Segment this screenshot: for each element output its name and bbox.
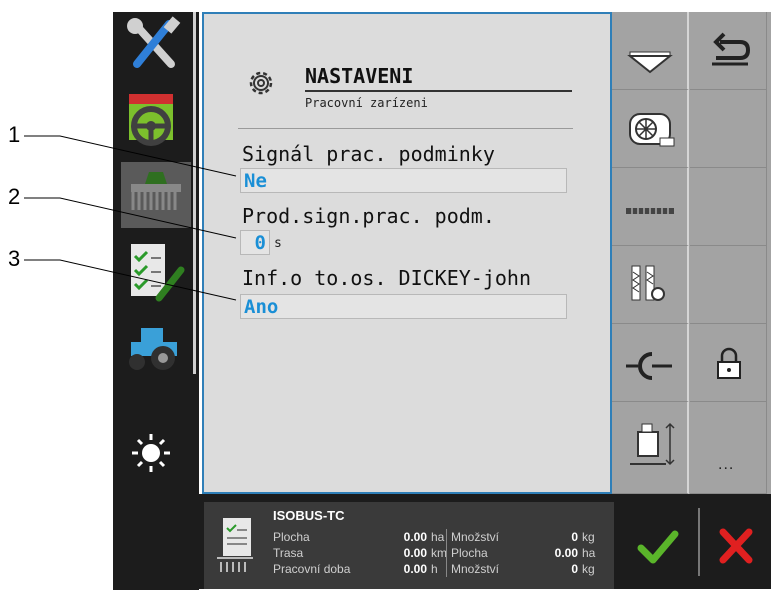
softkey-lift[interactable] bbox=[612, 402, 689, 494]
lock-icon bbox=[717, 347, 741, 379]
check-icon bbox=[637, 530, 679, 564]
status-unit: km bbox=[431, 546, 447, 560]
softkey-back[interactable] bbox=[690, 12, 767, 90]
softkey-seed-row[interactable] bbox=[612, 168, 689, 246]
close-icon bbox=[719, 528, 753, 564]
seeder-icon bbox=[131, 172, 181, 210]
softkey-coupling[interactable] bbox=[612, 324, 689, 402]
setting-value-signal: Ne bbox=[244, 170, 267, 192]
steering-button[interactable] bbox=[121, 90, 191, 156]
status-bar: ISOBUS-TC Plocha 0.00 ha Množství 0 kg T… bbox=[113, 494, 771, 589]
status-label: Plocha bbox=[273, 530, 310, 544]
status-label: Plocha bbox=[451, 546, 488, 560]
coupling-icon bbox=[626, 352, 672, 380]
sidebar-scrollbar[interactable] bbox=[193, 12, 196, 374]
checklist-icon bbox=[131, 244, 185, 302]
task-document-icon bbox=[217, 518, 253, 572]
steering-wheel-icon bbox=[129, 94, 173, 146]
tools-icon bbox=[127, 16, 181, 68]
status-title: ISOBUS-TC bbox=[273, 508, 345, 523]
checklist-button[interactable] bbox=[121, 240, 191, 306]
setting-field-signal[interactable]: Ne bbox=[240, 168, 567, 193]
setting-label-dickey: Inf.o to.os. DICKEY-john bbox=[242, 266, 531, 290]
brightness-button[interactable] bbox=[121, 420, 191, 486]
softkey-panel: ... bbox=[612, 12, 771, 494]
status-unit: ha bbox=[431, 530, 445, 544]
status-unit: ha bbox=[582, 546, 596, 560]
softkey-empty-2[interactable] bbox=[690, 168, 767, 246]
sensor-settings-icon bbox=[631, 265, 665, 301]
softkey-fan[interactable] bbox=[612, 90, 689, 168]
softkey-empty-3[interactable] bbox=[690, 246, 767, 324]
status-separator bbox=[446, 545, 447, 561]
page-title: NASTAVENI bbox=[305, 64, 414, 88]
header-divider bbox=[238, 128, 573, 129]
status-value: 0.00 bbox=[403, 546, 427, 560]
tractor-button[interactable] bbox=[121, 316, 191, 382]
status-unit: h bbox=[431, 562, 438, 576]
status-row: Pracovní doba 0.00 h Množství 0 kg bbox=[273, 561, 603, 578]
tools-button[interactable] bbox=[121, 14, 191, 80]
cancel-button[interactable] bbox=[703, 502, 771, 589]
setting-value-dickey: Ano bbox=[244, 296, 279, 318]
status-value: 0 bbox=[571, 530, 578, 544]
confirm-button[interactable] bbox=[623, 502, 693, 589]
seeder-button[interactable] bbox=[121, 162, 191, 228]
seed-row-icon bbox=[626, 208, 674, 214]
page-subtitle: Pracovní zarízeni bbox=[305, 96, 428, 110]
status-unit: kg bbox=[582, 530, 595, 544]
status-label: Množství bbox=[451, 530, 500, 544]
brightness-icon bbox=[132, 434, 170, 472]
status-value: 0.00 bbox=[554, 546, 578, 560]
setting-field-delay[interactable]: 0 bbox=[240, 230, 270, 255]
status-row: Trasa 0.00 km Plocha 0.00 ha bbox=[273, 545, 603, 562]
status-separator bbox=[446, 529, 447, 545]
setting-value-delay: 0 bbox=[254, 232, 266, 254]
softkey-more[interactable]: ... bbox=[690, 402, 767, 494]
setting-label-delay: Prod.sign.prac. podm. bbox=[242, 204, 495, 228]
gear-icon bbox=[249, 71, 273, 95]
status-label: Trasa bbox=[273, 546, 304, 560]
button-divider bbox=[698, 508, 700, 576]
softkey-sensor-settings[interactable] bbox=[612, 246, 689, 324]
status-unit: kg bbox=[582, 562, 595, 576]
status-value: 0 bbox=[571, 562, 578, 576]
setting-field-dickey[interactable]: Ano bbox=[240, 294, 567, 319]
softkey-funnel[interactable] bbox=[612, 12, 689, 90]
status-row: Plocha 0.00 ha Množství 0 kg bbox=[273, 529, 603, 546]
setting-label-signal: Signál prac. podminky bbox=[242, 142, 495, 166]
status-value: 0.00 bbox=[403, 562, 427, 576]
back-arrow-icon bbox=[712, 32, 751, 66]
softkey-lock[interactable] bbox=[690, 324, 767, 402]
status-table: Plocha 0.00 ha Množství 0 kg Trasa 0.00 … bbox=[273, 529, 603, 578]
lift-icon bbox=[630, 422, 675, 466]
setting-unit-delay: s bbox=[274, 236, 282, 251]
status-separator bbox=[446, 561, 447, 577]
more-label: ... bbox=[718, 456, 735, 473]
status-label: Množství bbox=[451, 562, 500, 576]
fan-icon bbox=[629, 113, 675, 147]
title-underline bbox=[305, 90, 572, 92]
funnel-icon bbox=[627, 51, 673, 74]
tractor-icon bbox=[129, 328, 177, 370]
callout-3: 3 bbox=[8, 246, 21, 271]
status-value: 0.00 bbox=[403, 530, 427, 544]
callout-1: 1 bbox=[8, 122, 21, 147]
softkey-empty-1[interactable] bbox=[690, 90, 767, 168]
status-label: Pracovní doba bbox=[273, 562, 351, 576]
callout-2: 2 bbox=[8, 184, 21, 209]
